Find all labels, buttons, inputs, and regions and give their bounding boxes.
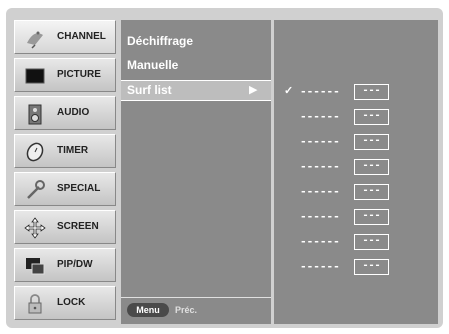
back-label: Préc. bbox=[175, 305, 198, 315]
row-check-icon: ✓ bbox=[284, 85, 294, 97]
surf-list-row-box[interactable]: --- bbox=[354, 209, 389, 225]
surf-list-row-box[interactable]: --- bbox=[354, 259, 389, 275]
menu-item-screen[interactable]: SCREEN bbox=[14, 210, 116, 244]
tv-screen-icon bbox=[25, 68, 45, 84]
pip-windows-icon bbox=[26, 258, 45, 275]
menu-item-pip-dw[interactable]: PIP/DW bbox=[14, 248, 116, 282]
submenu-item-dechiffrage[interactable]: Déchiffrage bbox=[127, 34, 193, 48]
surf-list-row-dash[interactable]: ------ bbox=[300, 260, 340, 273]
channel-submenu: Déchiffrage Manuelle Surf list ▶ Menu Pr… bbox=[121, 20, 271, 324]
menu-item-picture[interactable]: PICTURE bbox=[14, 58, 116, 92]
menu-label-timer: TIMER bbox=[57, 145, 89, 156]
padlock-icon bbox=[28, 294, 42, 314]
surf-list-row-dash[interactable]: ------ bbox=[300, 110, 340, 123]
menu-label-audio: AUDIO bbox=[57, 107, 90, 118]
menu-item-audio[interactable]: AUDIO bbox=[14, 96, 116, 130]
surf-list-row-dash[interactable]: ------ bbox=[300, 135, 340, 148]
surf-list-row-box[interactable]: --- bbox=[354, 109, 389, 125]
main-menu: CHANNEL PICTURE AUDIO TIMER SPECIAL SCRE… bbox=[14, 20, 117, 324]
menu-item-timer[interactable]: TIMER bbox=[14, 134, 116, 168]
surf-list-row-box[interactable]: --- bbox=[354, 184, 389, 200]
surf-list-row-dash[interactable]: ------ bbox=[300, 210, 340, 223]
menu-label-pip-dw: PIP/DW bbox=[57, 259, 93, 270]
surf-list-row-dash[interactable]: ------ bbox=[300, 160, 340, 173]
surf-list-row-box[interactable]: --- bbox=[354, 234, 389, 250]
speaker-icon bbox=[28, 104, 42, 125]
surf-list-row-dash[interactable]: ------ bbox=[300, 85, 340, 98]
menu-button[interactable]: Menu bbox=[127, 303, 169, 317]
surf-list-row-box[interactable]: --- bbox=[354, 134, 389, 150]
menu-item-channel[interactable]: CHANNEL bbox=[14, 20, 116, 54]
satellite-dish-icon bbox=[27, 31, 43, 49]
submenu-arrow-icon: ▶ bbox=[249, 84, 258, 96]
submenu-divider bbox=[121, 297, 271, 298]
surf-list-row-dash[interactable]: ------ bbox=[300, 185, 340, 198]
menu-item-lock[interactable]: LOCK bbox=[14, 286, 116, 320]
submenu-item-manuelle[interactable]: Manuelle bbox=[127, 58, 178, 72]
menu-label-special: SPECIAL bbox=[57, 183, 101, 194]
surf-list-row-box[interactable]: --- bbox=[354, 159, 389, 175]
surf-list-row-box[interactable]: --- bbox=[354, 84, 389, 100]
menu-label-picture: PICTURE bbox=[57, 69, 101, 80]
menu-label-screen: SCREEN bbox=[57, 221, 99, 232]
menu-item-special[interactable]: SPECIAL bbox=[14, 172, 116, 206]
move-arrows-icon bbox=[24, 217, 46, 239]
menu-label-lock: LOCK bbox=[57, 297, 86, 308]
wrench-icon bbox=[27, 180, 45, 199]
submenu-item-surf-list[interactable]: Surf list ▶ bbox=[121, 80, 271, 101]
submenu-item-surf-list-label: Surf list bbox=[127, 83, 172, 97]
surf-list-row-dash[interactable]: ------ bbox=[300, 235, 340, 248]
clock-icon bbox=[26, 142, 44, 162]
menu-label-channel: CHANNEL bbox=[57, 31, 106, 42]
